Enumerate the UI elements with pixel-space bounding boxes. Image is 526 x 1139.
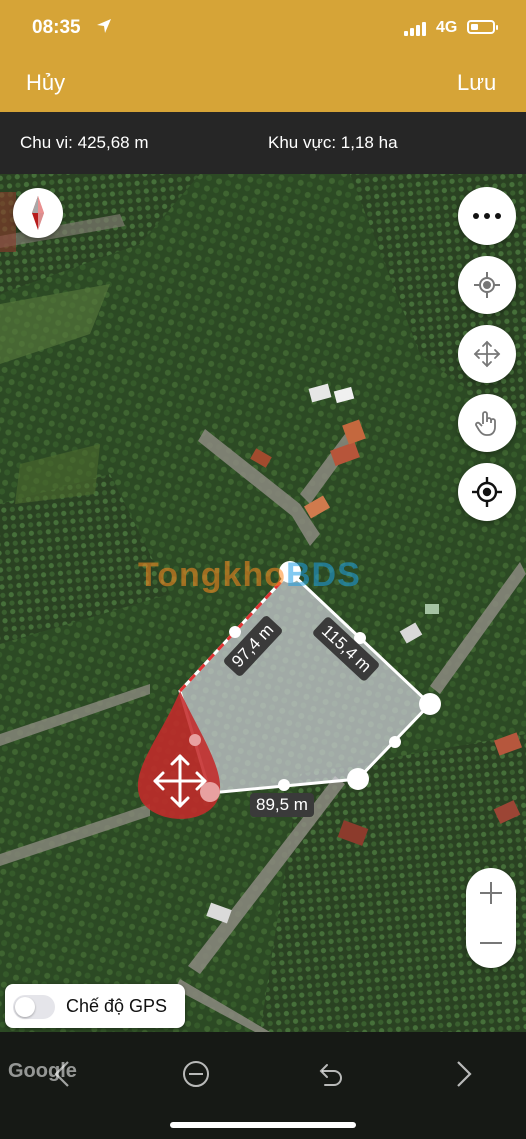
save-button[interactable]: Lưu (457, 70, 496, 96)
status-time: 08:35 (32, 17, 81, 38)
midpoint-handle[interactable] (389, 736, 401, 748)
minus-icon[interactable] (466, 918, 516, 968)
minus-circle-icon[interactable] (174, 1052, 218, 1096)
plus-icon[interactable] (466, 868, 516, 918)
midpoint-handle[interactable] (229, 626, 241, 638)
signal-icon (404, 20, 428, 36)
location-arrow-icon (95, 17, 113, 40)
battery-icon (467, 20, 498, 34)
vertex-handle[interactable] (347, 768, 369, 790)
map-view[interactable]: TongkhoBDS 97,4 m 115,4 m 89,5 m Chế độ … (0, 174, 526, 1032)
measurement-bar: Chu vi: 425,68 m Khu vực: 1,18 ha (0, 112, 526, 174)
google-attribution: Google (8, 1060, 77, 1082)
area-label: Khu vực: 1,18 ha (268, 133, 398, 152)
zoom-control (466, 868, 516, 968)
watermark-part2: BDS (286, 556, 361, 594)
gps-label: Chế độ GPS (66, 996, 168, 1016)
perimeter-label: Chu vi: 425,68 m (20, 133, 149, 152)
crosshair-icon[interactable] (458, 463, 516, 521)
gps-mode-control[interactable]: Chế độ GPS (5, 984, 185, 1028)
cancel-button[interactable]: Hủy (26, 70, 65, 96)
satellite-imagery (0, 174, 526, 1032)
distance-label-bottom: 89,5 m (250, 793, 314, 817)
vertex-handle[interactable] (419, 693, 441, 715)
nav-bar: Hủy Lưu (0, 58, 526, 112)
network-type: 4G (436, 19, 458, 36)
status-bar: 08:35 4G (0, 0, 526, 58)
compass-icon[interactable] (13, 188, 63, 238)
chevron-right-icon[interactable] (442, 1052, 486, 1096)
move-icon[interactable] (458, 325, 516, 383)
undo-icon[interactable] (308, 1052, 352, 1096)
locate-icon[interactable] (458, 256, 516, 314)
watermark-part1: Tongkho (138, 556, 286, 594)
more-icon[interactable] (458, 187, 516, 245)
home-indicator (170, 1122, 356, 1128)
touch-icon[interactable] (458, 394, 516, 452)
midpoint-handle[interactable] (278, 779, 290, 791)
gps-toggle[interactable] (13, 995, 55, 1019)
watermark: TongkhoBDS (138, 556, 361, 595)
